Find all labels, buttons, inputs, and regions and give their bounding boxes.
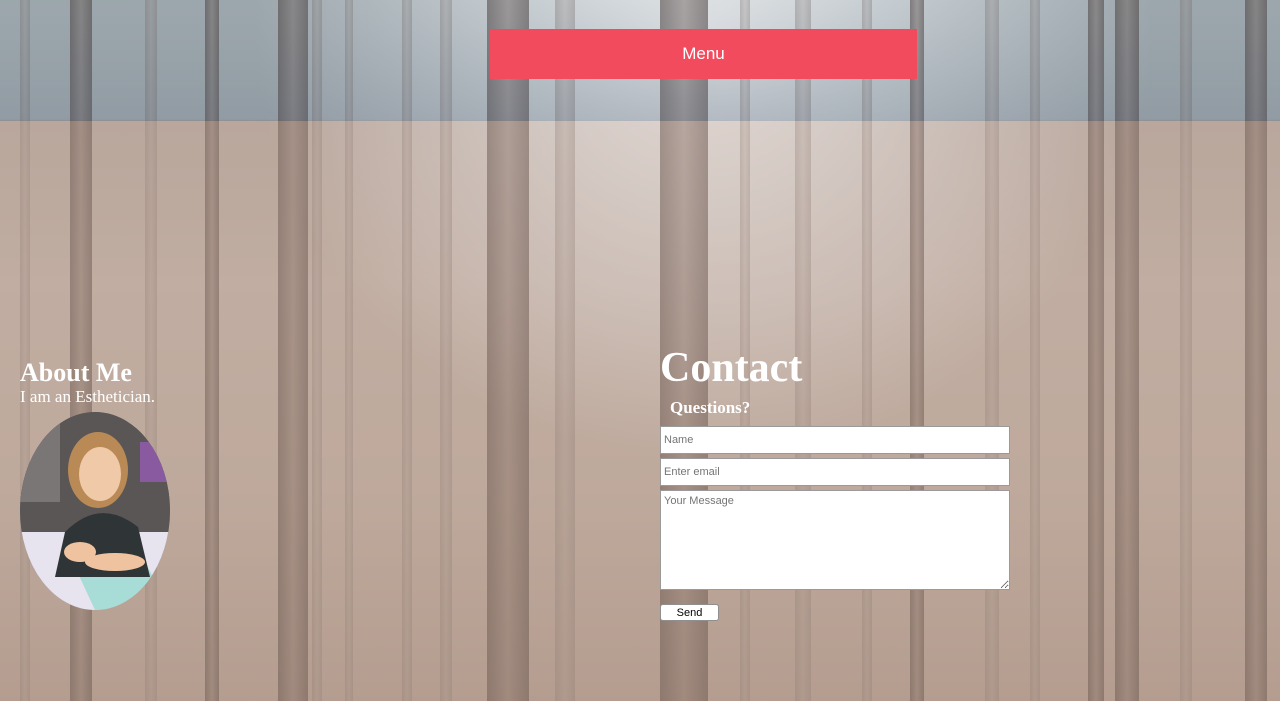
about-section: About Me I am an Esthetician. [20,358,170,610]
profile-photo [20,412,170,610]
message-textarea[interactable] [660,490,1010,590]
menu-button[interactable]: Menu [490,29,917,79]
profile-photo-icon [20,412,170,610]
contact-section: Contact Questions? Send [660,344,1010,621]
contact-subheading: Questions? [670,398,751,417]
about-heading: About Me [20,358,132,387]
name-input[interactable] [660,426,1010,454]
contact-heading: Contact [660,345,803,391]
content-overlay [0,121,1280,701]
email-input[interactable] [660,458,1010,486]
send-button[interactable]: Send [660,604,719,621]
about-tagline: I am an Esthetician. [20,387,156,406]
